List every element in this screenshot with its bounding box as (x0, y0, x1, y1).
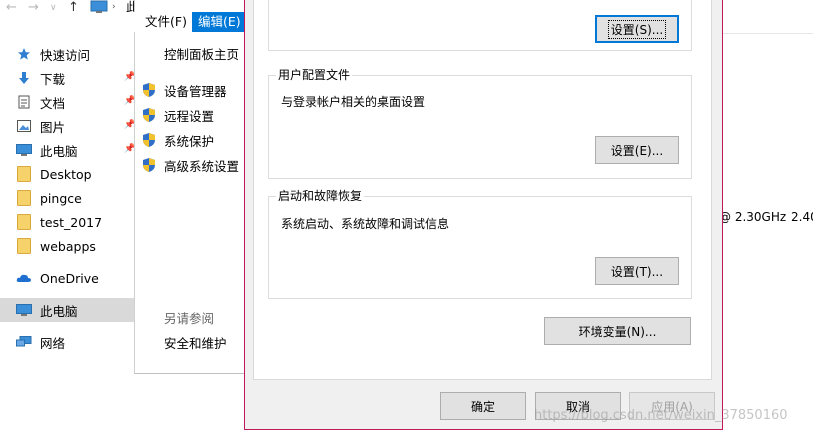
sidebar-item-quick-access[interactable]: 快速访问 (0, 42, 134, 66)
see-also-heading: 另请参阅 (164, 311, 215, 326)
shield-icon (141, 157, 157, 173)
security-maintenance-link[interactable]: 安全和维护 (164, 335, 227, 353)
sidebar-item-test-2017[interactable]: test_2017 (0, 210, 134, 234)
download-icon (16, 71, 32, 85)
shield-icon (141, 107, 157, 123)
menu-file[interactable]: 文件(F) (139, 12, 193, 32)
picture-icon (16, 119, 32, 133)
folder-icon (16, 166, 32, 182)
shield-icon (141, 132, 157, 148)
pin-icon[interactable]: 📌 (124, 71, 135, 83)
task-device-manager[interactable]: 设备管理器 (141, 80, 227, 100)
shield-icon (141, 82, 157, 98)
task-label: 设备管理器 (164, 83, 227, 99)
computer-icon (90, 0, 108, 14)
sidebar-item-webapps[interactable]: webapps (0, 234, 134, 258)
breadcrumb-separator-icon: › (112, 2, 116, 12)
sidebar-item-label: 图片 (40, 119, 66, 135)
sidebar-item-this-pc-pinned[interactable]: 此电脑 📌 (0, 138, 135, 162)
task-label: 系统保护 (164, 133, 215, 149)
ok-button[interactable]: 确定 (440, 392, 526, 420)
document-icon (16, 95, 32, 109)
user-profiles-settings-button[interactable]: 设置(E)... (595, 136, 679, 164)
folder-icon (16, 214, 32, 230)
sidebar-item-label: webapps (40, 238, 96, 254)
folder-icon (16, 190, 32, 206)
startup-recovery-description: 系统启动、系统故障和调试信息 (281, 217, 450, 231)
user-profiles-title: 用户配置文件 (276, 67, 353, 83)
sidebar-item-label: 快速访问 (40, 47, 91, 63)
sidebar-item-pictures[interactable]: 图片 📌 (0, 114, 135, 138)
pin-icon[interactable]: 📌 (124, 143, 135, 155)
cloud-icon (16, 271, 32, 285)
sidebar-item-label: pingce (40, 190, 82, 206)
sidebar-item-network[interactable]: 网络 (0, 330, 134, 354)
sidebar-item-downloads[interactable]: 下载 📌 (0, 66, 135, 90)
sidebar-item-desktop[interactable]: Desktop (0, 162, 134, 186)
divider (723, 33, 813, 34)
user-profiles-description: 与登录帐户相关的桌面设置 (281, 95, 426, 109)
computer-icon (16, 303, 32, 317)
pin-icon[interactable]: 📌 (124, 95, 135, 107)
sidebar-item-label: Desktop (40, 166, 92, 182)
startup-recovery-settings-button[interactable]: 设置(T)... (595, 257, 679, 285)
folder-icon (16, 238, 32, 254)
computer-icon (16, 143, 32, 157)
task-label: 远程设置 (164, 108, 215, 124)
sidebar-item-label: 此电脑 (40, 143, 78, 159)
task-label: 高级系统设置 (164, 158, 240, 174)
sidebar-item-label: 文档 (40, 95, 66, 111)
control-panel-home-link[interactable]: 控制面板主页 (164, 46, 239, 64)
pin-icon[interactable]: 📌 (124, 119, 135, 131)
sidebar-item-this-pc[interactable]: 此电脑 (0, 298, 134, 322)
task-system-protection[interactable]: 系统保护 (141, 130, 214, 150)
cpu-speed-text: @ 2.30GHz (719, 210, 787, 224)
star-icon (16, 47, 32, 61)
startup-recovery-title: 启动和故障恢复 (276, 188, 365, 204)
sidebar-item-label: 下载 (40, 71, 66, 87)
task-advanced-system-settings[interactable]: 高级系统设置 (141, 155, 239, 175)
forward-arrow-icon[interactable]: → (28, 0, 39, 16)
task-remote-settings[interactable]: 远程设置 (141, 105, 214, 125)
sidebar-item-onedrive[interactable]: OneDrive (0, 266, 134, 290)
sidebar-item-label: 此电脑 (40, 303, 78, 319)
up-arrow-icon[interactable]: ↑ (68, 0, 79, 16)
sidebar-item-documents[interactable]: 文档 📌 (0, 90, 135, 114)
network-icon (16, 335, 32, 349)
sidebar-item-label: 网络 (40, 335, 66, 351)
watermark-text: https://blog.csdn.net/weixin_37850160 (534, 408, 788, 423)
sidebar-item-label: OneDrive (40, 270, 99, 286)
chevron-down-icon[interactable]: ∨ (50, 0, 57, 16)
environment-variables-button[interactable]: 环境变量(N)... (544, 317, 691, 345)
back-arrow-icon[interactable]: ← (6, 0, 17, 16)
sidebar-item-label: test_2017 (40, 214, 103, 230)
sidebar-item-pingce[interactable]: pingce (0, 186, 134, 210)
performance-settings-button[interactable]: 设置(S)... (595, 15, 679, 43)
cpu-speed-text-2: 2.40 (791, 210, 813, 224)
menu-edit[interactable]: 编辑(E) (192, 12, 247, 32)
